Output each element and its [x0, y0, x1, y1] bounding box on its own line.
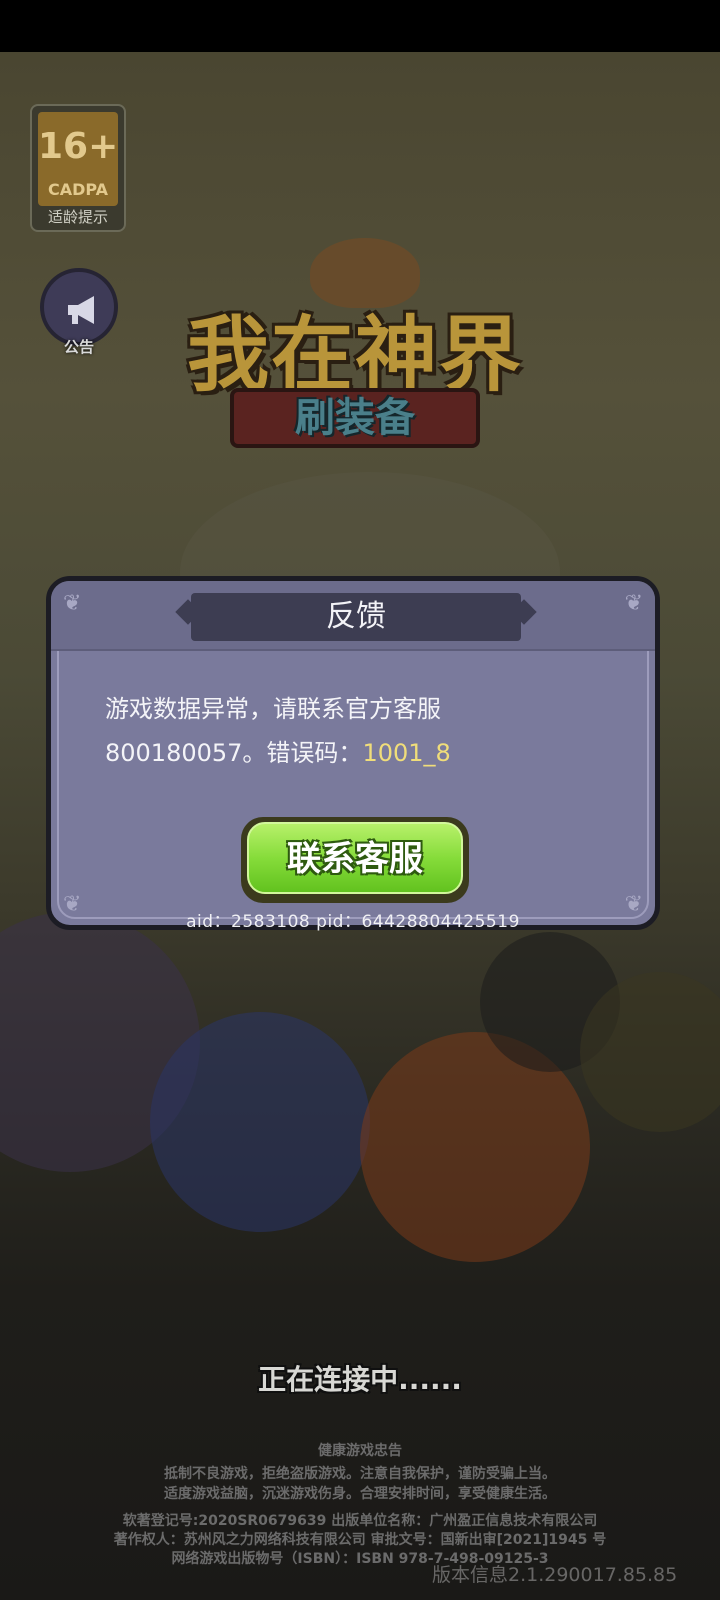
contact-support-label: 联系客服 [287, 839, 423, 879]
age-rating-org: CADPA [47, 180, 109, 199]
megaphone-icon [64, 292, 104, 328]
dialog-title: 反馈 [326, 599, 386, 634]
dialog-message: 游戏数据异常，请联系官方客服 800180057。错误码：1001_8 [105, 687, 625, 775]
health-notice-title: 健康游戏忠告 [318, 1443, 402, 1459]
age-rating-tip: 适龄提示 [47, 208, 108, 226]
age-rating-badge[interactable]: 16+ CADPA 适龄提示 [30, 104, 126, 232]
health-notice-line-2: 适度游戏益脑，沉迷游戏伤身。合理安排时间，享受健康生活。 [164, 1486, 556, 1502]
logo-subtitle: 刷装备 [295, 395, 415, 441]
age-rating-number: 16+ [38, 126, 119, 167]
health-notice-line-1: 抵制不良游戏，拒绝盗版游戏。注意自我保护，谨防受骗上当。 [164, 1466, 556, 1482]
version-info: 版本信息2.1.290017.85.85 [432, 1564, 678, 1586]
announcement-label: 公告 [63, 338, 94, 356]
corner-ornament-icon: ❦ [624, 591, 643, 616]
message-line-1: 游戏数据异常，请联系官方客服 [105, 695, 441, 723]
feedback-dialog: 反馈 ❦ ❦ ❦ ❦ 游戏数据异常，请联系官方客服 800180057。错误码：… [46, 576, 660, 932]
error-code: 1001_8 [362, 739, 451, 767]
corner-ornament-icon: ❦ [63, 591, 82, 616]
announcement-circle [40, 268, 118, 346]
logo-ribbon: 刷装备 [230, 388, 480, 448]
contact-support-button-face: 联系客服 [247, 822, 463, 894]
game-logo: 我在神界 刷装备 [120, 238, 590, 478]
title-bar: 反馈 [191, 593, 521, 641]
connecting-status: 正在连接中...... [258, 1363, 462, 1396]
message-line-2-prefix: 800180057。错误码： [105, 739, 363, 767]
age-rating-panel: 16+ CADPA [38, 112, 118, 206]
dialog-header: 反馈 [51, 581, 655, 651]
contact-support-button[interactable]: 联系客服 [241, 817, 469, 903]
registration-line-2: 著作权人：苏州风之力网络科技有限公司 审批文号：国新出审[2021]1945 号 [113, 1532, 607, 1548]
status-bar [0, 0, 720, 52]
message-line-2: 800180057。错误码：1001_8 [105, 731, 625, 775]
registration-line-1: 软著登记号:2020SR0679639 出版单位名称：广州盈正信息技术有限公司 [122, 1513, 598, 1529]
announcement-button[interactable]: 公告 [36, 268, 122, 358]
account-ids: aid：2583108 pid：64428804425519 [186, 912, 520, 932]
